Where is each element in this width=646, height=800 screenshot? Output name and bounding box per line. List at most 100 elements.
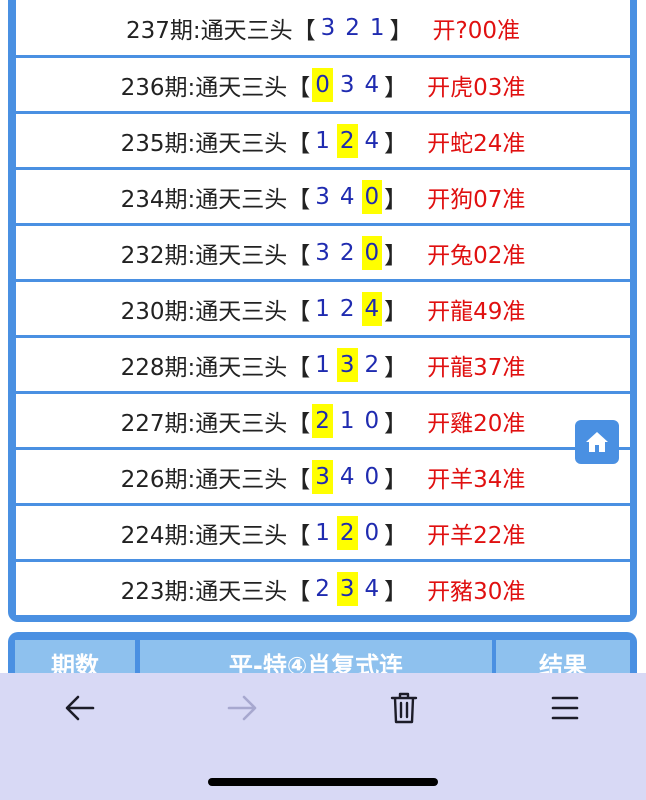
pick-number: 2 — [315, 575, 330, 602]
pick-number: 2 — [339, 239, 355, 266]
bracket-open: 【 — [287, 354, 311, 381]
record-result: 开虎03准 — [427, 74, 526, 101]
pick-number: 2 — [336, 123, 358, 158]
record-period: 223期:通天三头 — [120, 578, 288, 605]
bracket-close: 】 — [384, 410, 408, 437]
bracket-close: 】 — [384, 354, 408, 381]
record-result: 开雞20准 — [427, 410, 526, 437]
pick-number: 1 — [339, 407, 355, 434]
bracket-open: 【 — [287, 522, 311, 549]
bracket-open: 【 — [287, 410, 311, 437]
bracket-open: 【 — [287, 578, 311, 605]
record-period: 224期:通天三头 — [120, 522, 288, 549]
pick-number: 3 — [315, 239, 330, 266]
bracket-open: 【 — [287, 130, 311, 157]
menu-icon — [551, 696, 579, 720]
pick-number: 3 — [315, 183, 330, 210]
bracket-open: 【 — [287, 186, 311, 213]
record-result: 开豬30准 — [427, 578, 526, 605]
home-button[interactable] — [575, 420, 619, 464]
record-result: 开狗07准 — [427, 186, 526, 213]
pick-number: 4 — [339, 463, 355, 490]
pick-number: 0 — [361, 179, 383, 214]
record-row: 237期:通天三头【3 2 1】开?00准 — [16, 0, 630, 55]
home-icon — [586, 432, 608, 452]
pick-number: 1 — [315, 127, 330, 154]
record-result: 开龍49准 — [427, 298, 526, 325]
pick-number: 1 — [315, 519, 330, 546]
record-period: 232期:通天三头 — [120, 242, 288, 269]
bracket-close: 】 — [384, 522, 408, 549]
bracket-close: 】 — [384, 186, 408, 213]
record-result: 开羊34准 — [427, 466, 526, 493]
record-row: 227期:通天三头【2 1 0】开雞20准 — [16, 394, 630, 447]
pick-number: 0 — [364, 463, 380, 490]
bracket-open: 【 — [287, 74, 311, 101]
record-row: 228期:通天三头【1 3 2】开龍37准 — [16, 338, 630, 391]
delete-button[interactable] — [384, 690, 424, 726]
record-period: 235期:通天三头 — [120, 130, 288, 157]
pick-number: 0 — [364, 407, 380, 434]
bracket-open: 【 — [287, 298, 311, 325]
bracket-close: 】 — [384, 242, 408, 269]
bracket-close: 】 — [384, 578, 408, 605]
bracket-close: 】 — [389, 17, 413, 44]
record-period: 234期:通天三头 — [120, 186, 288, 213]
record-period: 228期:通天三头 — [120, 354, 288, 381]
record-result: 开?00准 — [432, 17, 521, 44]
bracket-close: 】 — [384, 466, 408, 493]
pick-number: 4 — [364, 575, 380, 602]
pick-number: 4 — [339, 183, 355, 210]
pick-number: 3 — [339, 71, 355, 98]
pick-number: 3 — [320, 14, 336, 41]
bracket-close: 】 — [384, 130, 408, 157]
pick-number: 0 — [312, 67, 333, 102]
record-row: 235期:通天三头【1 2 4】开蛇24准 — [16, 114, 630, 167]
pick-number: 3 — [312, 459, 333, 494]
pick-number: 3 — [336, 571, 358, 606]
record-result: 开蛇24准 — [427, 130, 526, 157]
bracket-close: 】 — [384, 298, 408, 325]
record-period: 226期:通天三头 — [120, 466, 288, 493]
record-row: 236期:通天三头【0 3 4】开虎03准 — [16, 58, 630, 111]
record-row: 224期:通天三头【1 2 0】开羊22准 — [16, 506, 630, 559]
pick-number: 2 — [312, 403, 333, 438]
bracket-open: 【 — [287, 242, 311, 269]
back-button[interactable] — [60, 690, 100, 726]
pick-number: 2 — [345, 14, 360, 41]
trash-icon — [390, 692, 418, 724]
pick-number: 1 — [369, 14, 385, 41]
record-result: 开羊22准 — [427, 522, 526, 549]
pick-number: 0 — [361, 235, 383, 270]
pick-number: 4 — [364, 127, 380, 154]
pick-number: 2 — [339, 295, 355, 322]
forward-arrow-icon — [227, 695, 257, 721]
pick-number: 1 — [315, 295, 330, 322]
menu-button[interactable] — [545, 690, 585, 726]
record-row: 234期:通天三头【3 4 0】开狗07准 — [16, 170, 630, 223]
pick-number: 4 — [361, 291, 383, 326]
record-row: 230期:通天三头【1 2 4】开龍49准 — [16, 282, 630, 335]
home-indicator — [208, 778, 438, 786]
bracket-open: 【 — [287, 466, 311, 493]
record-result: 开龍37准 — [427, 354, 526, 381]
pick-number: 2 — [336, 515, 358, 550]
back-arrow-icon — [65, 695, 95, 721]
record-period: 236期:通天三头 — [120, 74, 288, 101]
records-list: 237期:通天三头【3 2 1】开?00准 236期:通天三头【0 3 4】开虎03准 23… — [16, 0, 630, 618]
record-period: 227期:通天三头 — [120, 410, 288, 437]
pick-number: 3 — [336, 347, 358, 382]
pick-number: 0 — [364, 519, 380, 546]
record-result: 开兔02准 — [427, 242, 526, 269]
record-row: 232期:通天三头【3 2 0】开兔02准 — [16, 226, 630, 279]
record-row: 223期:通天三头【2 3 4】开豬30准 — [16, 562, 630, 615]
forward-button[interactable] — [222, 690, 262, 726]
pick-number: 1 — [315, 351, 330, 378]
pick-number: 2 — [364, 351, 380, 378]
pick-number: 4 — [364, 71, 380, 98]
bracket-close: 】 — [384, 74, 408, 101]
record-row: 226期:通天三头【3 4 0】开羊34准 — [16, 450, 630, 503]
bracket-open: 【 — [292, 17, 316, 44]
record-period: 237期:通天三头 — [125, 17, 293, 44]
record-period: 230期:通天三头 — [120, 298, 288, 325]
